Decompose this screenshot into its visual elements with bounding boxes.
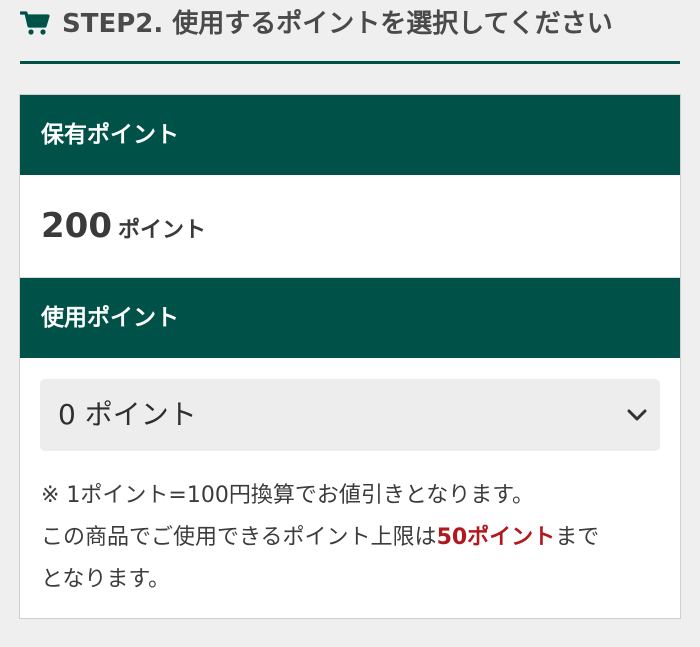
points-notes: ※ 1ポイント=100円換算でお値引きとなります。 この商品でご使用できるポイン… (41, 475, 666, 601)
points-panel: 保有ポイント 200 ポイント 使用ポイント 0 ポイント ※ 1ポイント=100… (19, 94, 681, 619)
note-conversion: ※ 1ポイント=100円換算でお値引きとなります。 (41, 483, 534, 508)
use-points-selected-value: 0 ポイント (58, 398, 197, 431)
held-points-header: 保有ポイント (20, 95, 680, 175)
chevron-down-icon (627, 409, 647, 421)
step-header: STEP2. 使用するポイントを選択してください (20, 0, 680, 64)
note-limit-end: となります。 (41, 567, 171, 592)
held-points-unit: ポイント (117, 218, 206, 243)
held-points-value: 200 ポイント (41, 175, 206, 278)
held-points-number: 200 (41, 206, 112, 246)
use-points-header: 使用ポイント (20, 278, 680, 358)
use-points-select[interactable]: 0 ポイント (40, 379, 660, 451)
note-limit-prefix: この商品でご使用できるポイント上限は (41, 525, 437, 550)
cart-icon (20, 11, 50, 35)
step-title: STEP2. 使用するポイントを選択してください (62, 9, 613, 39)
note-limit: この商品でご使用できるポイント上限は50ポイントまで (41, 517, 666, 559)
note-limit-amount: 50ポイント (436, 525, 556, 550)
note-limit-suffix: まで (555, 525, 600, 550)
